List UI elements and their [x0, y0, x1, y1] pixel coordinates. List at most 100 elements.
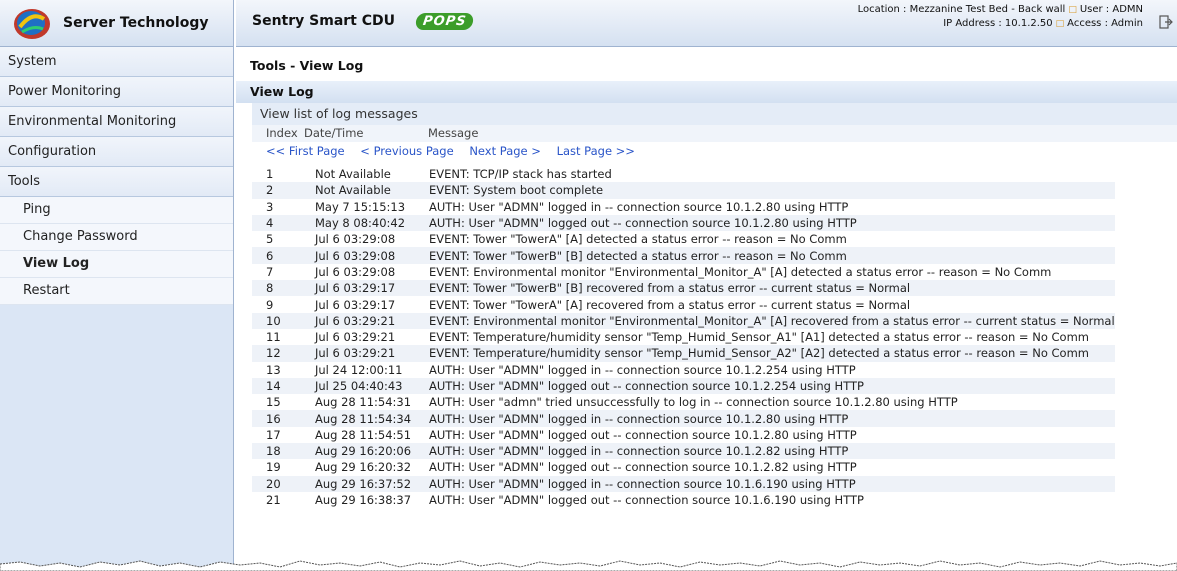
log-index-cell: 10 — [252, 312, 315, 329]
log-index-cell: 3 — [266, 199, 274, 214]
log-message-cell: AUTH: User "ADMN" logged out -- connecti… — [429, 427, 857, 442]
log-datetime-cell: May 7 15:15:13 — [315, 199, 406, 214]
log-index-cell: 14 — [252, 377, 315, 395]
log-index-cell: 9 — [266, 297, 274, 312]
table-row: 12 Jul 6 03:29:21 EVENT: Temperature/humid… — [252, 345, 1115, 362]
log-message-cell: AUTH: User "ADMN" logged in -- connectio… — [429, 475, 1115, 492]
subsection-title: View list of log messages — [252, 103, 1177, 125]
first-page-link[interactable]: << First Page — [266, 144, 345, 158]
log-index-cell: 5 — [266, 232, 274, 247]
log-datetime-cell: Not Available — [315, 167, 391, 182]
table-row: 6 Jul 6 03:29:08 EVENT: Tower "TowerB" [B]… — [252, 247, 1115, 264]
log-index-cell: 18 — [252, 443, 315, 460]
log-index-cell: 7 — [266, 264, 274, 279]
log-datetime-cell: Aug 28 11:54:51 — [315, 427, 412, 442]
log-index-cell: 21 — [266, 493, 281, 508]
sidebar-subitem-view-log[interactable]: View Log — [0, 251, 233, 278]
separator-icon: □ — [1055, 19, 1065, 29]
log-message-cell: EVENT: Tower "TowerB" [B] detected a sta… — [429, 247, 1115, 264]
log-message-cell: AUTH: User "ADMN" logged in -- connectio… — [429, 362, 856, 377]
product-name: Sentry Smart CDU — [252, 13, 395, 29]
sidebar-subitem-restart[interactable]: Restart — [0, 278, 233, 305]
log-index-cell: 11 — [266, 330, 281, 345]
pager: << First Page < Previous Page Next Page … — [266, 142, 1177, 160]
table-row: 1 Not Available EVENT: TCP/IP stack has st… — [252, 166, 1115, 182]
table-row: 2 Not Available EVENT: System boot complet… — [252, 182, 1115, 199]
table-row: 15 Aug 28 11:54:31 AUTH: User "admn" tried… — [252, 394, 1115, 410]
log-datetime-cell: Jul 6 03:29:21 — [315, 312, 429, 329]
log-index-cell: 6 — [252, 247, 315, 264]
sidebar-item-tools[interactable]: Tools — [0, 167, 233, 197]
log-message-cell: EVENT: Temperature/humidity sensor "Temp… — [429, 330, 1089, 345]
log-message-cell: EVENT: Environmental monitor "Environmen… — [429, 312, 1115, 329]
sidebar-item-configuration[interactable]: Configuration — [0, 137, 233, 167]
log-message-cell: EVENT: Environmental monitor "Environmen… — [429, 264, 1052, 279]
brand-name: Server Technology — [63, 15, 209, 31]
table-row: 19 Aug 29 16:20:32 AUTH: User "ADMN" logge… — [252, 459, 1115, 475]
pops-badge: POPS — [414, 13, 475, 30]
table-row: 3 May 7 15:15:13 AUTH: User "ADMN" logged … — [252, 199, 1115, 215]
log-datetime-cell: Jul 6 03:29:08 — [315, 247, 429, 264]
next-page-link[interactable]: Next Page > — [469, 144, 541, 158]
column-header-index: Index — [266, 126, 298, 140]
log-datetime-cell: Aug 28 11:54:31 — [315, 395, 412, 410]
log-message-cell: EVENT: Tower "TowerA" [A] recovered from… — [429, 297, 911, 312]
location-label: Location : Mezzanine Test Bed - Back wal… — [857, 4, 1066, 15]
separator-icon: □ — [1068, 5, 1077, 15]
log-index-cell: 2 — [252, 182, 315, 199]
log-table-header: Index Date/Time Message — [252, 125, 1177, 142]
log-datetime-cell: Aug 28 11:54:34 — [315, 410, 429, 427]
log-datetime-cell: Jul 6 03:29:17 — [315, 297, 396, 312]
sidebar-subitem-change-password[interactable]: Change Password — [0, 224, 233, 251]
log-message-cell: AUTH: User "ADMN" logged out -- connecti… — [429, 460, 857, 475]
log-message-cell: AUTH: User "ADMN" logged out -- connecti… — [429, 214, 1115, 232]
table-row: 11 Jul 6 03:29:21 EVENT: Temperature/humid… — [252, 329, 1115, 345]
log-message-cell: EVENT: System boot complete — [429, 182, 1115, 199]
log-datetime-cell: Jul 6 03:29:17 — [315, 280, 429, 297]
log-message-cell: AUTH: User "ADMN" logged out -- connecti… — [429, 377, 1115, 395]
log-datetime-cell: Jul 6 03:29:21 — [315, 330, 396, 345]
header-info: Location : Mezzanine Test Bed - Back wal… — [858, 3, 1143, 31]
log-index-cell: 17 — [266, 427, 281, 442]
log-datetime-cell: May 8 08:40:42 — [315, 214, 429, 232]
column-header-datetime: Date/Time — [304, 126, 364, 140]
log-index-cell: 13 — [266, 362, 281, 377]
previous-page-link[interactable]: < Previous Page — [360, 144, 453, 158]
main-content: Tools - View Log View Log View list of l… — [236, 47, 1177, 571]
log-message-cell: EVENT: Tower "TowerA" [A] detected a sta… — [429, 232, 847, 247]
log-message-cell: EVENT: TCP/IP stack has started — [429, 167, 612, 182]
sidebar-subitem-ping[interactable]: Ping — [0, 197, 233, 224]
table-row: 18 Aug 29 16:20:06 AUTH: User "ADMN" logge… — [252, 443, 1115, 460]
log-index-cell: 4 — [252, 214, 315, 232]
sidebar-item-power-monitoring[interactable]: Power Monitoring — [0, 77, 233, 107]
table-row: 4 May 8 08:40:42 AUTH: User "ADMN" logged … — [252, 214, 1115, 232]
torn-edge-decoration — [0, 560, 1177, 571]
log-datetime-cell: Aug 29 16:20:32 — [315, 460, 412, 475]
log-datetime-cell: Jul 6 03:29:08 — [315, 232, 396, 247]
ip-address-label: IP Address : 10.1.2.50 — [943, 18, 1053, 29]
sidebar: Server Technology System Power Monitorin… — [0, 0, 234, 571]
table-row: 9 Jul 6 03:29:17 EVENT: Tower "TowerA" [A]… — [252, 296, 1115, 312]
table-row: 7 Jul 6 03:29:08 EVENT: Environmental moni… — [252, 264, 1115, 280]
table-row: 13 Jul 24 12:00:11 AUTH: User "ADMN" logge… — [252, 362, 1115, 378]
log-message-cell: AUTH: User "ADMN" logged in -- connectio… — [429, 410, 1115, 427]
sidebar-item-environmental-monitoring[interactable]: Environmental Monitoring — [0, 107, 233, 137]
log-message-cell: AUTH: User "admn" tried unsuccessfully t… — [429, 395, 958, 410]
brand-bar: Server Technology — [0, 0, 233, 47]
log-datetime-cell: Jul 6 03:29:08 — [315, 264, 396, 279]
log-message-cell: AUTH: User "ADMN" logged out -- connecti… — [429, 493, 864, 508]
table-row: 14 Jul 25 04:40:43 AUTH: User "ADMN" logge… — [252, 377, 1115, 395]
table-row: 20 Aug 29 16:37:52 AUTH: User "ADMN" logge… — [252, 475, 1115, 492]
log-message-cell: EVENT: Temperature/humidity sensor "Temp… — [429, 345, 1115, 362]
last-page-link[interactable]: Last Page >> — [557, 144, 635, 158]
logout-icon[interactable] — [1157, 14, 1173, 30]
log-message-cell: AUTH: User "ADMN" logged in -- connectio… — [429, 443, 1115, 460]
log-index-cell: 19 — [266, 460, 281, 475]
table-row: 5 Jul 6 03:29:08 EVENT: Tower "TowerA" [A]… — [252, 231, 1115, 247]
sidebar-item-system[interactable]: System — [0, 47, 233, 77]
server-technology-logo-icon — [14, 9, 50, 39]
column-header-message: Message — [428, 126, 479, 140]
log-datetime-cell: Aug 29 16:20:06 — [315, 443, 429, 460]
log-index-cell: 20 — [252, 475, 315, 492]
table-row: 10 Jul 6 03:29:21 EVENT: Environmental mon… — [252, 312, 1115, 329]
